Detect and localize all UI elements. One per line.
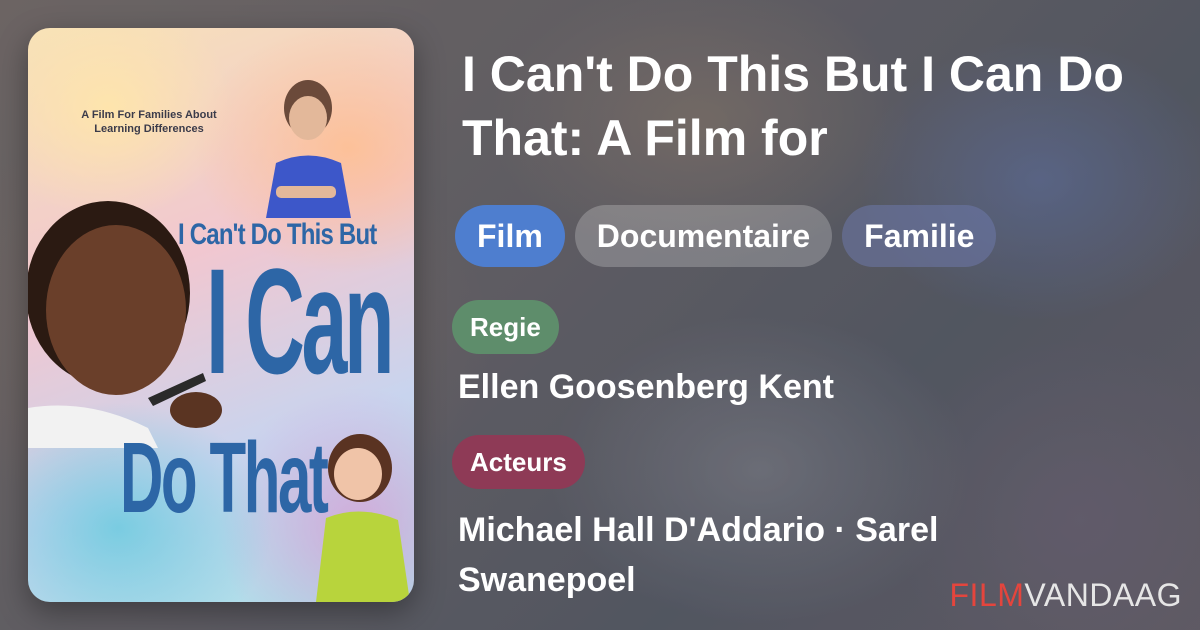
brand-logo[interactable]: FILMVANDAAG [950, 577, 1183, 614]
genre-chip-documentaire[interactable]: Documentaire [574, 205, 833, 267]
genre-chips: Film Documentaire Familie [455, 205, 997, 267]
director-name: Ellen Goosenberg Kent [458, 368, 834, 406]
poster-tagline: A Film For Families About Learning Diffe… [81, 109, 217, 135]
director-label-badge: Regie [452, 300, 559, 354]
movie-poster[interactable]: A Film For Families About Learning Diffe… [28, 28, 414, 602]
poster-title-big: I Can [206, 237, 395, 405]
poster-title-do: Do That [120, 422, 329, 534]
poster-girl-top-image [266, 80, 351, 218]
brand-logo-part2: VANDAAG [1024, 577, 1182, 613]
page-title: I Can't Do This But I Can Do That: A Fil… [462, 46, 1124, 166]
brand-logo-part1: FILM [949, 577, 1025, 613]
genre-chip-familie[interactable]: Familie [842, 205, 997, 267]
actors-label-badge: Acteurs [452, 435, 585, 489]
genre-chip-film[interactable]: Film [455, 205, 565, 267]
